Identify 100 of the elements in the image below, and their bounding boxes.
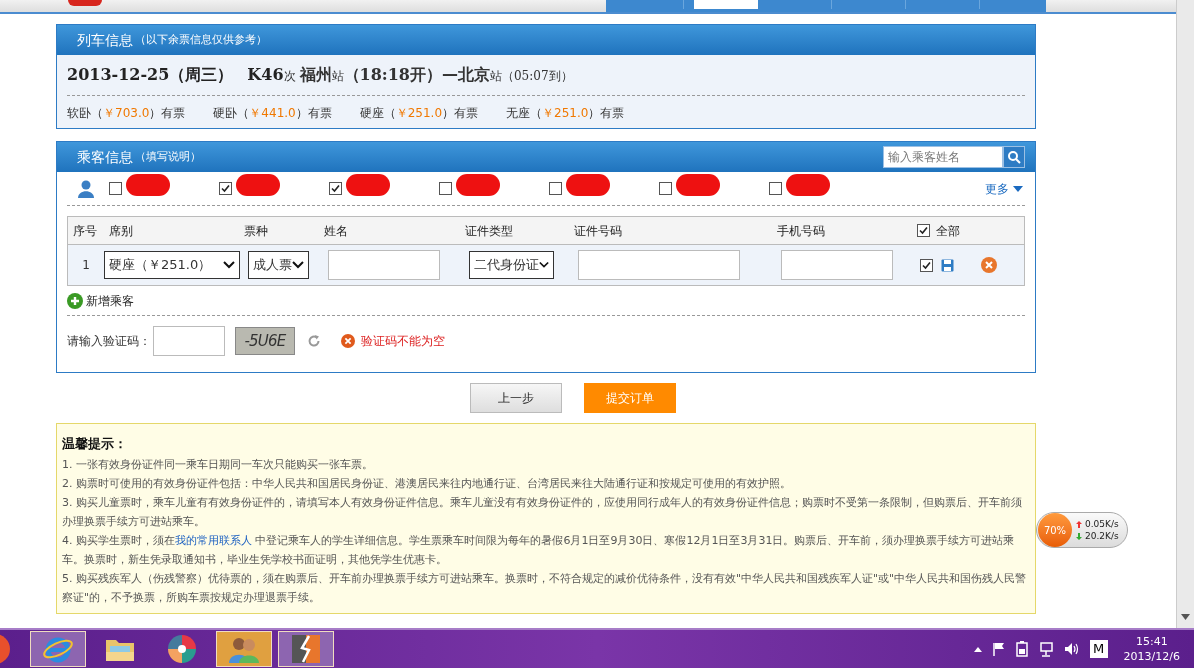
flag-icon[interactable] bbox=[991, 642, 1006, 656]
caret-icon bbox=[1013, 185, 1023, 192]
search-icon[interactable] bbox=[1003, 146, 1025, 168]
seat-select[interactable]: 硬座（￥251.0） bbox=[104, 251, 240, 279]
station-suffix: 站 bbox=[489, 69, 502, 85]
train-suffix: 次 bbox=[283, 69, 296, 85]
captcha-field[interactable] bbox=[153, 326, 225, 356]
name-field[interactable] bbox=[328, 250, 440, 280]
id-type-select[interactable]: 二代身份证 bbox=[469, 251, 554, 279]
download-speed: 20.2K/s bbox=[1085, 530, 1119, 542]
seat-availability: 软卧（￥703.0）有票 bbox=[67, 105, 186, 122]
seat-availability: 无座（￥251.0）有票 bbox=[506, 105, 625, 122]
plus-icon bbox=[67, 292, 83, 309]
select-value: 成人票 bbox=[253, 256, 292, 275]
id-number-field[interactable] bbox=[578, 250, 740, 280]
scrollbar[interactable] bbox=[1176, 0, 1194, 628]
panel-title: 乘客信息 bbox=[77, 147, 133, 167]
contact-checkbox[interactable] bbox=[659, 182, 672, 195]
network-icon[interactable] bbox=[1037, 641, 1054, 657]
redaction-mark bbox=[566, 174, 610, 196]
to-station: 北京 bbox=[457, 64, 490, 86]
error-message: 验证码不能为空 bbox=[361, 333, 445, 350]
panel-note: （填写说明） bbox=[135, 148, 201, 165]
train-number: K46 bbox=[247, 64, 284, 86]
column-header: 证件类型 bbox=[465, 222, 514, 240]
tip-text: 5. 购买残疾军人（伤残警察）优待票的，须在购票后、开车前办理换票手续方可进站乘车。换票时，不符合规定的减价优待条件，没有有效"中华人民共和国残疾军人证"或"中华人民共和国伤残人民警察证"的，不予换票，所购车票按规定办理退票手续。 bbox=[62, 571, 1028, 606]
contact-checkbox[interactable] bbox=[439, 182, 452, 195]
column-header: 姓名 bbox=[324, 222, 349, 240]
chevron-down-icon bbox=[539, 261, 549, 269]
refresh-icon[interactable] bbox=[307, 334, 321, 348]
check-icon bbox=[922, 260, 931, 270]
tip-text: 2. 购票时可使用的有效身份证件包括：中华人民共和国居民身份证、港澳居民来往内地通行证、台湾居民来往大陆通行证和按规定可使用的有效护照。 bbox=[62, 476, 792, 492]
panel-note: （以下余票信息仅供参考） bbox=[135, 31, 267, 48]
person-icon bbox=[77, 179, 95, 198]
redaction-mark bbox=[346, 174, 390, 196]
tips-title: 温馨提示： bbox=[62, 435, 128, 453]
captcha-image: -5U6E bbox=[235, 327, 295, 355]
chevron-down-icon bbox=[223, 261, 235, 269]
speaker-icon[interactable] bbox=[1063, 642, 1080, 656]
save-icon[interactable] bbox=[941, 258, 954, 272]
check-icon bbox=[919, 226, 928, 235]
select-all-label: 全部 bbox=[936, 222, 960, 240]
station-suffix: 站 bbox=[331, 69, 344, 85]
redaction-mark bbox=[676, 174, 720, 196]
column-header: 手机号码 bbox=[777, 222, 826, 240]
contact-checkbox[interactable] bbox=[109, 182, 122, 195]
contact-checkbox[interactable] bbox=[549, 182, 562, 195]
pinwheel-icon bbox=[166, 633, 198, 665]
panel-title: 列车信息 bbox=[77, 30, 133, 50]
more-link[interactable]: 更多 bbox=[985, 179, 1023, 198]
arrival-time: （05:07到） bbox=[501, 68, 573, 85]
delete-icon[interactable] bbox=[981, 257, 997, 273]
search-field[interactable]: 输入乘客姓名 bbox=[883, 146, 1003, 168]
select-all-checkbox[interactable] bbox=[917, 224, 930, 237]
tip-text: 4. 购买学生票时，须在我的常用联系人 中登记乘车人的学生详细信息。学生票乘车时间限为每年的暑假6月1日至9月30日、寒假12月1日至3月31日。购票后、开车前，须办理换票手续方可进站乘车。换票时，新生凭录取通知书，毕业生凭学校书面证明，其他凭学生优惠卡。 bbox=[62, 533, 1016, 568]
redaction-mark bbox=[456, 174, 500, 196]
captcha-label: 请输入验证码： bbox=[67, 333, 151, 350]
check-icon bbox=[221, 184, 230, 193]
select-value: 二代身份证 bbox=[474, 256, 539, 275]
scroll-down-icon[interactable] bbox=[1181, 614, 1190, 620]
bolt-icon bbox=[290, 633, 322, 665]
logo-icon bbox=[68, 0, 102, 6]
chevron-down-icon bbox=[292, 261, 304, 269]
contacts-link[interactable]: 我的常用联系人 bbox=[175, 534, 252, 547]
down-arrow-icon bbox=[1076, 532, 1082, 540]
contact-checkbox[interactable] bbox=[219, 182, 232, 195]
contact-checkbox[interactable] bbox=[329, 182, 342, 195]
input-method-indicator[interactable]: M bbox=[1089, 640, 1108, 658]
clock-date[interactable]: 2013/12/6 bbox=[1123, 649, 1180, 664]
caret-up-icon[interactable] bbox=[973, 646, 982, 652]
row-checkbox[interactable] bbox=[920, 258, 933, 272]
add-passenger-button[interactable]: 新增乘客 bbox=[67, 291, 134, 310]
taskbar-button[interactable] bbox=[216, 631, 272, 667]
check-icon bbox=[331, 184, 340, 193]
from-station: 福州 bbox=[299, 64, 332, 86]
seat-availability: 硬卧（￥441.0）有票 bbox=[213, 105, 332, 122]
previous-button[interactable]: 上一步 bbox=[470, 383, 562, 413]
upload-speed: 0.05K/s bbox=[1085, 518, 1119, 530]
taskbar-button[interactable] bbox=[278, 631, 334, 667]
seat-availability: 硬座（￥251.0）有票 bbox=[359, 105, 479, 122]
clock-time[interactable]: 15:41 bbox=[1135, 634, 1168, 649]
redaction-mark bbox=[126, 174, 170, 196]
tip-text: 1. 一张有效身份证件同一乘车日期同一车次只能购买一张车票。 bbox=[62, 457, 374, 473]
phone-field[interactable] bbox=[781, 250, 893, 280]
error-icon bbox=[341, 334, 355, 348]
redaction-mark bbox=[786, 174, 830, 196]
column-header: 票种 bbox=[244, 222, 269, 240]
ticket-type-select[interactable]: 成人票 bbox=[248, 251, 309, 279]
train-date: 2013-12-25（周三） bbox=[67, 64, 234, 86]
redaction-mark bbox=[236, 174, 280, 196]
row-number: 1 bbox=[81, 257, 91, 274]
column-header: 证件号码 bbox=[574, 222, 623, 240]
battery-icon[interactable] bbox=[1015, 641, 1028, 657]
contact-checkbox[interactable] bbox=[769, 182, 782, 195]
select-value: 硬座（￥251.0） bbox=[109, 256, 212, 275]
column-header: 序号 bbox=[72, 222, 98, 240]
up-arrow-icon bbox=[1076, 520, 1082, 528]
departure-time: （18:18开）— bbox=[343, 64, 458, 86]
usage-badge: 70% bbox=[1038, 513, 1072, 547]
tip-text: 3. 购买儿童票时，乘车儿童有有效身份证件的，请填写本人有效身份证件信息。乘车儿童没有有效身份证件的，应使用同行成年人的有效身份证件信息；购票时不受第一条限制，但购票后、开车前须办理换票手续方可进站乘车。 bbox=[62, 495, 1023, 530]
